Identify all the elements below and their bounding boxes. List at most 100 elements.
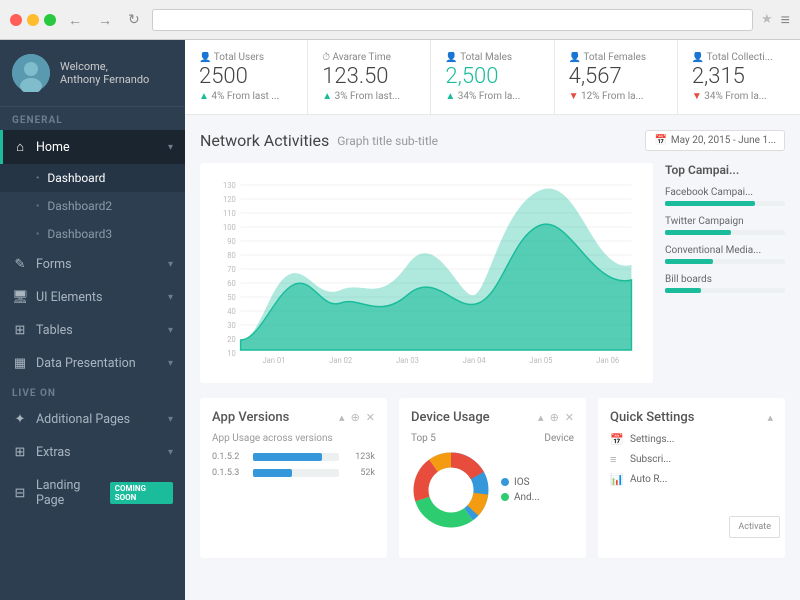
stat-label-males: 👤 Total Males (445, 52, 539, 63)
forward-button[interactable]: → (94, 10, 116, 30)
avatar (12, 54, 50, 92)
chart-icon: 📊 (610, 473, 624, 486)
back-button[interactable]: ← (64, 10, 86, 30)
dashboard-label: Dashboard (47, 171, 105, 185)
legend-ios: IOS (501, 477, 574, 488)
chevron-down-icon: ▾ (168, 447, 173, 458)
android-label: And... (514, 492, 540, 503)
sidebar-item-dashboard[interactable]: Dashboard (0, 164, 185, 192)
forms-label: Forms (36, 257, 72, 272)
date-range-badge[interactable]: 📅 May 20, 2015 - June 1... (645, 130, 785, 151)
stat-value-males: 2,500 (445, 66, 539, 88)
minimize-button[interactable] (27, 14, 39, 26)
expand-icon[interactable]: ▴ (538, 411, 544, 424)
close-icon[interactable]: ✕ (366, 411, 375, 424)
svg-text:20: 20 (227, 335, 236, 344)
time-icon: ⏱ (322, 52, 332, 63)
maximize-button[interactable] (44, 14, 56, 26)
version-label-1: 0.1.5.2 (212, 452, 247, 462)
svg-text:100: 100 (223, 223, 236, 232)
home-icon: ⌂ (12, 139, 28, 155)
dashboard2-label: Dashboard2 (47, 199, 112, 213)
app-versions-card: App Versions ▴ ⊕ ✕ App Usage across vers… (200, 398, 387, 558)
svg-text:30: 30 (227, 321, 236, 330)
sidebar-item-extras[interactable]: ⊞ Extras ▾ (0, 436, 185, 469)
sidebar-profile: Welcome, Anthony Fernando (0, 40, 185, 107)
sidebar-item-dashboard3[interactable]: Dashboard3 (0, 220, 185, 248)
settings-item-auto-refresh[interactable]: 📊 Auto R... (610, 473, 773, 486)
monitor-icon: 🖥 (12, 290, 28, 305)
stat-change-collections: ▼ 34% From la... (692, 91, 786, 102)
campaign-name-conventional: Conventional Media... (665, 245, 785, 256)
stats-bar: 👤 Total Users 2500 ▲ 4% From last ... ⏱ … (185, 40, 800, 115)
version-count-1: 123k (345, 452, 375, 462)
quick-settings-card: Quick Settings ▴ 📅 Settings... ≡ Subscri… (598, 398, 785, 558)
card-actions: ▴ ⊕ ✕ (339, 411, 375, 424)
version-bar-bg (253, 469, 339, 477)
svg-text:Jan 03: Jan 03 (396, 356, 419, 365)
menu-icon[interactable]: ≡ (781, 10, 790, 30)
svg-text:Jan 06: Jan 06 (596, 356, 620, 365)
sidebar-item-tables[interactable]: ⊞ Tables ▾ (0, 314, 185, 347)
tables-label: Tables (36, 323, 73, 338)
network-activities-title: Network Activities (200, 131, 329, 150)
chevron-down-icon: ▾ (168, 414, 173, 425)
device-usage-title: Device Usage (411, 410, 490, 425)
settings-item-subscriptions[interactable]: ≡ Subscri... (610, 453, 773, 466)
stat-value-collections: 2,315 (692, 66, 786, 88)
auto-refresh-label: Auto R... (630, 474, 667, 485)
traffic-lights (10, 14, 56, 26)
welcome-label: Welcome, (60, 60, 149, 73)
svg-text:70: 70 (227, 265, 236, 274)
stat-label-users: 👤 Total Users (199, 52, 293, 63)
sidebar-item-additional-pages[interactable]: ✦ Additional Pages ▾ (0, 403, 185, 436)
svg-text:120: 120 (223, 195, 236, 204)
additional-pages-label: Additional Pages (36, 412, 130, 427)
settings-item-settings[interactable]: 📅 Settings... (610, 433, 773, 446)
sidebar-item-forms[interactable]: ✎ Forms ▾ (0, 248, 185, 281)
device-content: IOS And... (411, 450, 574, 533)
app-versions-header: App Versions ▴ ⊕ ✕ (212, 410, 375, 425)
expand-icon[interactable]: ▴ (767, 411, 773, 424)
bookmark-icon: ★ (761, 12, 773, 27)
sidebar-item-data-presentation[interactable]: ▦ Data Presentation ▾ (0, 347, 185, 380)
sidebar-item-landing-page[interactable]: ⊟ Landing Page Coming Soon (0, 469, 185, 517)
extras-icon: ⊞ (12, 445, 28, 460)
campaign-bar-fill (665, 230, 731, 235)
svg-text:Jan 01: Jan 01 (262, 356, 285, 365)
svg-text:Jan 04: Jan 04 (463, 356, 487, 365)
pin-icon[interactable]: ⊕ (550, 411, 559, 424)
svg-text:60: 60 (227, 279, 236, 288)
stat-value-females: 4,567 (569, 66, 663, 88)
network-activities-subtitle: Graph title sub-title (337, 134, 438, 148)
ui-elements-label: UI Elements (36, 290, 102, 305)
user-name: Anthony Fernando (60, 73, 149, 86)
data-presentation-label: Data Presentation (36, 356, 136, 371)
stat-change-users: ▲ 4% From last ... (199, 91, 293, 102)
subscriptions-label: Subscri... (630, 454, 671, 465)
coming-soon-badge: Coming Soon (110, 482, 173, 504)
legend-android: And... (501, 492, 574, 503)
svg-text:50: 50 (227, 293, 236, 302)
stat-total-females: 👤 Total Females 4,567 ▼ 12% From la... (555, 40, 678, 114)
close-button[interactable] (10, 14, 22, 26)
expand-icon[interactable]: ▴ (339, 411, 345, 424)
address-bar[interactable] (152, 9, 753, 31)
close-icon[interactable]: ✕ (565, 411, 574, 424)
sidebar-item-home[interactable]: ⌂ Home ▾ (0, 130, 185, 164)
settings-label: Settings... (630, 434, 674, 445)
landing-page-label: Landing Page (36, 478, 110, 508)
campaign-bar-bg (665, 288, 785, 293)
forms-icon: ✎ (12, 257, 28, 272)
sidebar-item-dashboard2[interactable]: Dashboard2 (0, 192, 185, 220)
refresh-button[interactable]: ↻ (124, 9, 144, 30)
stat-value-users: 2500 (199, 66, 293, 88)
campaign-bar-bg (665, 230, 785, 235)
sidebar-home-label: Home (36, 140, 70, 155)
app-versions-subtitle: App Usage across versions (212, 433, 375, 444)
sidebar: Welcome, Anthony Fernando GENERAL ⌂ Home… (0, 40, 185, 600)
campaigns-panel: Top Campai... Facebook Campai... Twitter… (665, 163, 785, 383)
campaign-name-facebook: Facebook Campai... (665, 187, 785, 198)
pin-icon[interactable]: ⊕ (351, 411, 360, 424)
sidebar-item-ui-elements[interactable]: 🖥 UI Elements ▾ (0, 281, 185, 314)
